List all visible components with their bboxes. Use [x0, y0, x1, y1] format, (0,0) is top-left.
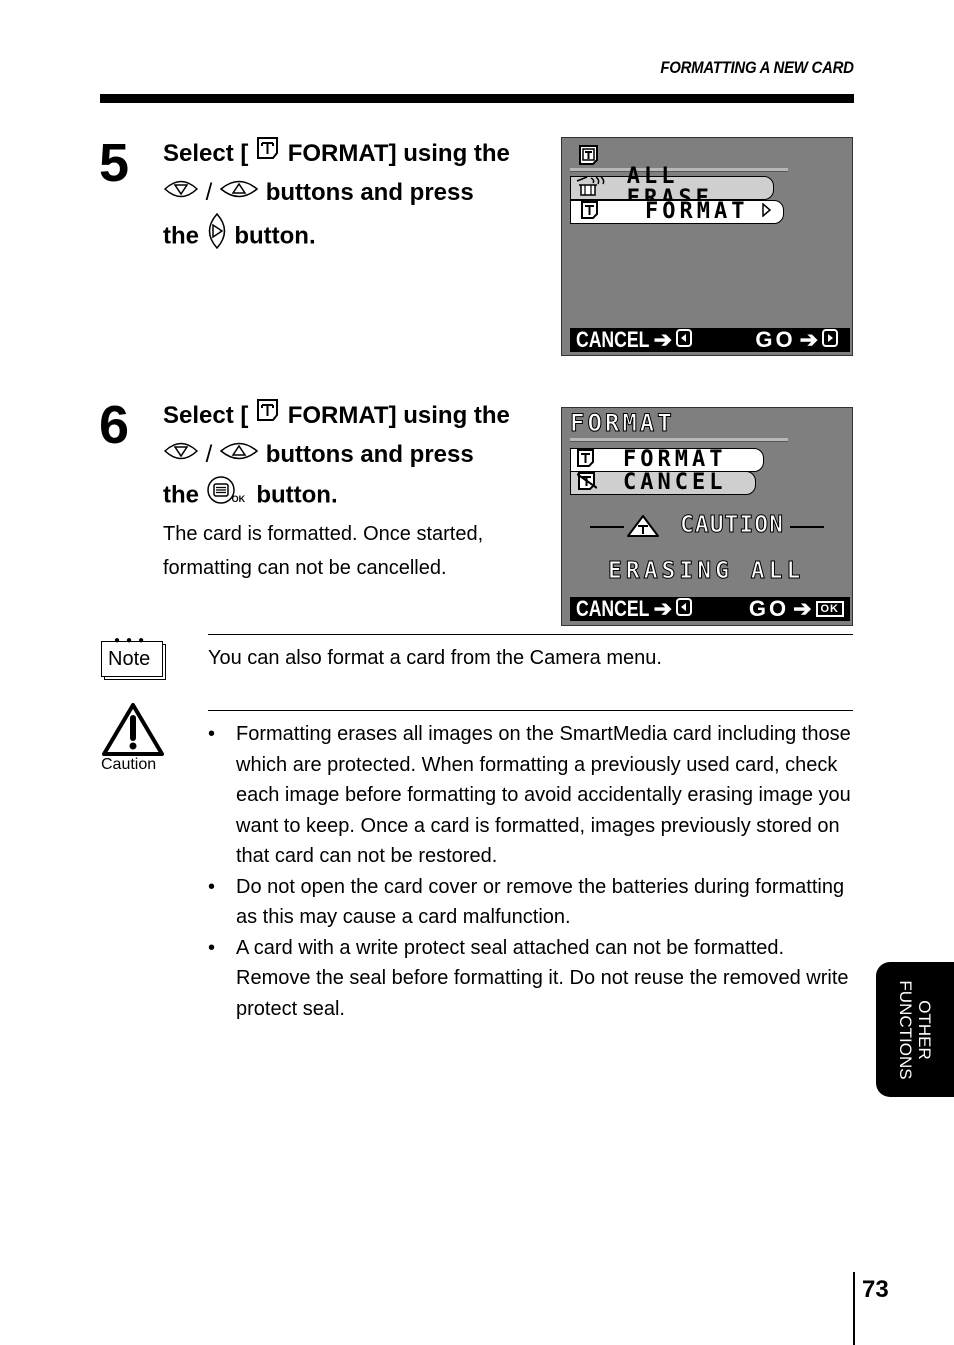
- step-text: the: [163, 481, 199, 509]
- left-key-icon: [676, 327, 693, 353]
- lcd-menu-label: FORMAT: [623, 447, 727, 472]
- up-arrow-button-icon: [219, 436, 259, 475]
- caution-label: Caution: [101, 756, 157, 773]
- right-arrow-icon: [762, 201, 772, 222]
- note-label: Note: [108, 648, 151, 670]
- step-text: buttons and press: [265, 440, 474, 468]
- header-rule: [100, 94, 854, 103]
- lcd-message: ERASING ALL: [607, 558, 805, 585]
- up-arrow-button-icon: [219, 174, 259, 213]
- arrow-icon: ➔: [799, 327, 818, 352]
- step-6-instruction: Select [ FORMAT] using the / buttons and…: [163, 397, 543, 585]
- page-number-rule: [853, 1272, 855, 1345]
- tab-line: FUNCTIONS: [896, 979, 915, 1080]
- step-text: Select [: [163, 402, 249, 429]
- camera-lcd-screen: ALL ERASE FORMAT CANCEL ➔ GO ➔: [561, 137, 853, 356]
- section-tab: OTHER FUNCTIONS: [876, 962, 954, 1097]
- step-description: The card is formatted. Once started, for…: [163, 523, 484, 580]
- card-format-icon: [581, 200, 615, 224]
- lcd-cancel-label: CANCEL: [576, 327, 650, 352]
- camera-lcd-screen: FORMAT FORMAT CANCEL CAUTION ERASING ALL…: [561, 407, 853, 626]
- lcd-menu-item: ALL ERASE: [570, 166, 774, 210]
- step-5-instruction: Select [ FORMAT] using the / buttons and…: [163, 135, 543, 261]
- down-arrow-button-icon: [163, 436, 199, 475]
- step-text: FORMAT] using the: [287, 402, 510, 429]
- all-erase-icon: [575, 175, 613, 202]
- lcd-caution-label: CAUTION: [680, 512, 784, 539]
- lcd-go-label: GO: [748, 596, 790, 621]
- lcd-menu-label: FORMAT: [645, 199, 749, 224]
- card-format-icon: [577, 448, 611, 472]
- caution-bullet: Formatting erases all images on the Smar…: [208, 719, 853, 872]
- caution-rule: [208, 710, 853, 711]
- note-text: You can also format a card from the Came…: [208, 647, 662, 669]
- ok-menu-button-icon: OK: [206, 475, 250, 518]
- arrow-icon: ➔: [793, 596, 812, 621]
- down-arrow-button-icon: [163, 174, 199, 213]
- page-number: 73: [862, 1276, 889, 1303]
- caution-list: Formatting erases all images on the Smar…: [208, 719, 853, 1024]
- left-key-icon: [676, 596, 693, 622]
- step-text: button.: [234, 222, 316, 250]
- lcd-menu-label: CANCEL: [623, 470, 727, 495]
- tab-line: OTHER: [915, 999, 934, 1060]
- lcd-bottom-bar: CANCEL ➔ GO ➔ OK: [570, 596, 850, 622]
- lcd-divider: [570, 438, 788, 442]
- arrow-icon: ➔: [653, 327, 673, 352]
- note-icon: ●●● Note: [100, 636, 166, 680]
- lcd-cancel-label: CANCEL: [576, 596, 650, 621]
- step-text: buttons and press: [265, 178, 474, 206]
- caution-bullet: Do not open the card cover or remove the…: [208, 872, 853, 933]
- separator: /: [205, 440, 213, 468]
- card-format-icon: [578, 144, 600, 171]
- section-tab-label: OTHER FUNCTIONS: [896, 980, 934, 1079]
- card-format-icon: [255, 397, 281, 436]
- separator: /: [205, 178, 213, 206]
- step-number: 5: [99, 133, 130, 193]
- lcd-go-label: GO: [755, 327, 796, 352]
- step-number: 6: [99, 395, 130, 455]
- caution-line-left: [590, 526, 624, 528]
- lcd-bottom-bar: CANCEL ➔ GO ➔: [570, 327, 850, 353]
- caution-warning-icon: [101, 702, 165, 761]
- arrow-icon: ➔: [653, 596, 673, 621]
- running-header: FORMATTING A NEW CARD: [660, 58, 855, 77]
- step-text: button.: [256, 481, 338, 509]
- card-format-icon: [255, 135, 281, 174]
- right-key-icon: [822, 327, 838, 353]
- right-arrow-button-icon: [206, 212, 228, 262]
- step-text: FORMAT] using the: [287, 140, 510, 167]
- ok-subscript: OK: [231, 493, 246, 504]
- ok-key-icon: OK: [815, 601, 844, 617]
- lcd-title: FORMAT: [570, 409, 675, 438]
- caution-line-right: [790, 526, 824, 528]
- note-rule: [208, 634, 853, 635]
- step-text: the: [163, 222, 199, 250]
- step-text: Select [: [163, 140, 249, 167]
- lcd-menu-item-selected: FORMAT: [570, 448, 764, 472]
- caution-bullet: A card with a write protect seal attache…: [208, 933, 853, 1025]
- lcd-menu-item-selected: FORMAT: [570, 200, 784, 224]
- card-cancel-icon: [576, 471, 611, 495]
- caution-triangle-icon: [626, 514, 660, 543]
- lcd-menu-item: CANCEL: [570, 471, 756, 495]
